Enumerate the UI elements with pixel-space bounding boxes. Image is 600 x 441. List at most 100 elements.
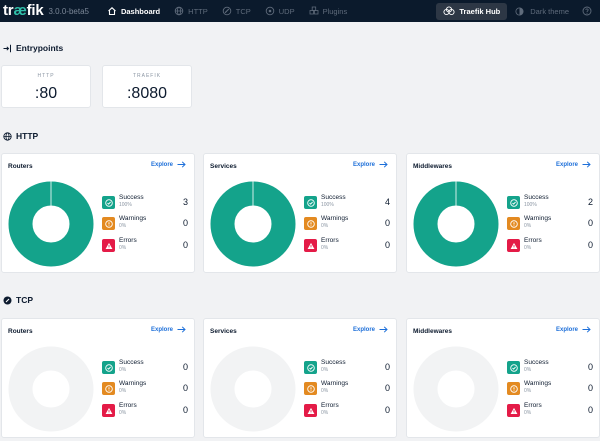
traefik-hub-button[interactable]: Traefik Hub <box>436 2 508 20</box>
success-status-icon <box>304 196 317 209</box>
stat-percentage: 0% <box>321 245 329 251</box>
arrow-right-icon <box>177 161 186 168</box>
stat-count: 0 <box>384 240 390 250</box>
error-icon <box>510 242 517 249</box>
entrypoint-port: :80 <box>34 85 58 102</box>
error-icon <box>510 407 517 414</box>
card-title: Services <box>210 163 237 170</box>
explore-link[interactable]: Explore <box>151 326 186 333</box>
nav-dashboard[interactable]: Dashboard <box>100 0 167 22</box>
explore-label: Explore <box>555 161 578 168</box>
entrypoint-card-traefik: TRAEFIK :8080 <box>102 65 192 108</box>
stat-percentage: 100% <box>119 202 132 208</box>
explore-label: Explore <box>150 161 173 168</box>
stat-label: Success <box>524 359 549 366</box>
errors-status-icon <box>304 404 317 417</box>
stat-errors: Errors 0% 0 <box>507 237 593 257</box>
stat-percentage: 0% <box>524 388 532 394</box>
stat-label: Warnings <box>321 215 349 222</box>
explore-label: Explore <box>352 161 375 168</box>
nav-tcp[interactable]: TCP <box>215 0 258 22</box>
stat-success: Success 100% 3 <box>102 194 188 214</box>
explore-link[interactable]: Explore <box>556 326 591 333</box>
arrow-right-icon <box>582 326 591 333</box>
version-label: 3.0.0-beta5 <box>48 6 89 16</box>
traefik-logo[interactable]: træfik <box>3 3 44 18</box>
stat-count: 4 <box>384 197 390 207</box>
stat-count: 0 <box>182 362 188 372</box>
stat-warnings: Warnings 0% 0 <box>304 215 390 235</box>
globe-icon <box>174 6 184 16</box>
nav-tcp-label: TCP <box>235 6 251 16</box>
status-donut-chart <box>8 346 94 432</box>
stat-errors: Errors 0% 0 <box>304 402 390 422</box>
stat-label: Success <box>524 194 549 201</box>
http-section-label: HTTP <box>16 131 39 141</box>
stat-label: Warnings <box>119 380 147 387</box>
stat-warnings: Warnings 0% 0 <box>304 380 390 400</box>
stat-label: Errors <box>321 237 339 244</box>
stat-percentage: 0% <box>119 388 127 394</box>
warnings-status-icon <box>102 217 115 230</box>
stat-count: 0 <box>587 240 593 250</box>
error-icon <box>105 407 112 414</box>
check-icon <box>306 363 315 372</box>
dark-theme-toggle[interactable]: Dark theme <box>515 7 569 16</box>
stat-success: Success 100% 4 <box>304 194 390 214</box>
explore-link[interactable]: Explore <box>556 161 591 168</box>
arrow-right-icon <box>582 161 591 168</box>
arrow-right-icon <box>379 161 388 168</box>
arrow-right-icon <box>379 326 388 333</box>
explore-link[interactable]: Explore <box>353 161 388 168</box>
check-icon <box>509 363 518 372</box>
card-title: Services <box>210 328 237 335</box>
stat-percentage: 0% <box>524 223 532 229</box>
stat-count: 2 <box>587 197 593 207</box>
home-icon <box>107 6 117 16</box>
entrypoint-port: :8080 <box>126 85 168 102</box>
stat-label: Warnings <box>524 380 552 387</box>
warning-icon <box>104 219 113 228</box>
warning-icon <box>509 219 518 228</box>
errors-status-icon <box>102 239 115 252</box>
stat-percentage: 0% <box>321 410 329 416</box>
plugins-icon <box>309 6 319 16</box>
top-bar: træfik 3.0.0-beta5 Dashboard HTTP TCP UD… <box>0 0 600 22</box>
stat-count: 0 <box>182 405 188 415</box>
tcp-icon <box>222 6 232 16</box>
warnings-status-icon <box>507 382 520 395</box>
explore-link[interactable]: Explore <box>353 326 388 333</box>
errors-status-icon <box>102 404 115 417</box>
stat-count: 0 <box>587 362 593 372</box>
stat-percentage: 0% <box>119 223 127 229</box>
card-title: Middlewares <box>413 163 453 170</box>
nav-http[interactable]: HTTP <box>167 0 215 22</box>
help-icon[interactable] <box>582 6 592 16</box>
globe-icon <box>3 131 12 141</box>
tcp-icon <box>3 296 12 305</box>
status-donut-chart <box>210 181 296 267</box>
success-status-icon <box>304 361 317 374</box>
stat-label: Success <box>321 194 346 201</box>
tcp-section-title: TCP <box>3 295 33 305</box>
errors-status-icon <box>507 239 520 252</box>
right-nav: Traefik Hub Dark theme <box>436 0 600 22</box>
nav-plugins-label: Plugins <box>322 6 348 16</box>
stat-warnings: Warnings 0% 0 <box>507 380 593 400</box>
nav-udp-label: UDP <box>278 6 295 16</box>
stat-label: Errors <box>524 237 542 244</box>
stat-label: Errors <box>119 402 137 409</box>
stat-success: Success 0% 0 <box>304 359 390 379</box>
warning-icon <box>306 219 315 228</box>
stat-percentage: 0% <box>119 245 127 251</box>
stat-percentage: 0% <box>524 410 532 416</box>
nav-udp[interactable]: UDP <box>258 0 302 22</box>
stat-count: 0 <box>182 383 188 393</box>
success-status-icon <box>102 196 115 209</box>
warnings-status-icon <box>102 382 115 395</box>
stat-label: Errors <box>524 402 542 409</box>
stat-errors: Errors 0% 0 <box>102 237 188 257</box>
nav-plugins[interactable]: Plugins <box>302 0 355 22</box>
explore-link[interactable]: Explore <box>151 161 186 168</box>
arrow-right-icon <box>177 326 186 333</box>
